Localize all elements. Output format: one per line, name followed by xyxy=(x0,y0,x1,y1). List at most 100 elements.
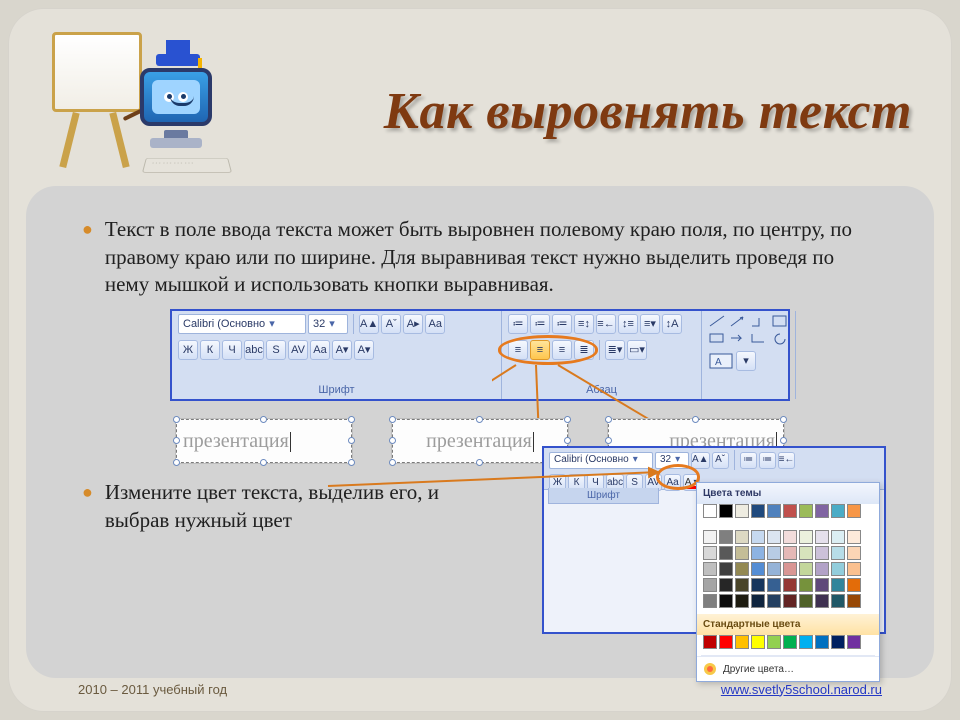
color-swatch[interactable] xyxy=(703,562,717,576)
spacing-button[interactable]: AV xyxy=(288,340,308,360)
shape-rect-icon[interactable] xyxy=(771,314,789,328)
mini-shrink-font-button[interactable]: Aˇ xyxy=(712,452,729,469)
color-swatch[interactable] xyxy=(815,594,829,608)
color-swatch[interactable] xyxy=(831,530,845,544)
ribbon-btn-pr1-6[interactable]: ≡▾ xyxy=(640,314,660,334)
footer-link[interactable]: www.svetly5school.narod.ru xyxy=(721,682,882,697)
color-swatch[interactable] xyxy=(735,594,749,608)
shape-rectangle-icon[interactable] xyxy=(708,331,726,345)
more-shapes-button[interactable]: ▾ xyxy=(736,351,756,371)
columns-button[interactable]: ≣▾ xyxy=(605,340,625,360)
ribbon-btn-pr1-5[interactable]: ↕≡ xyxy=(618,314,638,334)
align-right-button[interactable]: ≡ xyxy=(552,340,572,360)
bold-button[interactable]: Ж xyxy=(178,340,198,360)
color-swatch[interactable] xyxy=(815,578,829,592)
mini-font-combo[interactable]: Calibri (Основно▾ xyxy=(549,452,653,469)
color-swatch[interactable] xyxy=(719,635,733,649)
numbering-button[interactable]: ≔ xyxy=(759,452,776,469)
color-swatch[interactable] xyxy=(783,504,797,518)
color-swatch[interactable] xyxy=(735,546,749,560)
shape-arrow2-icon[interactable] xyxy=(729,331,747,345)
color-swatch[interactable] xyxy=(751,530,765,544)
color-swatch[interactable] xyxy=(767,635,781,649)
color-swatch[interactable] xyxy=(799,504,813,518)
font-combo[interactable]: Calibri (Основно▾ xyxy=(178,314,306,334)
color-swatch[interactable] xyxy=(751,578,765,592)
color-swatch[interactable] xyxy=(799,594,813,608)
color-swatch[interactable] xyxy=(703,546,717,560)
color-swatch[interactable] xyxy=(751,594,765,608)
color-swatch[interactable] xyxy=(815,635,829,649)
color-swatch[interactable] xyxy=(719,546,733,560)
shrink-font-button[interactable]: Aˇ xyxy=(381,314,401,334)
mini-size-combo[interactable]: 32▾ xyxy=(655,452,689,469)
color-swatch[interactable] xyxy=(847,504,861,518)
color-swatch[interactable] xyxy=(815,530,829,544)
shape-arrow-icon[interactable] xyxy=(729,314,747,328)
italic-button[interactable]: К xyxy=(200,340,220,360)
shape-connector-icon[interactable] xyxy=(750,331,768,345)
strike-button[interactable]: abc xyxy=(244,340,264,360)
color-swatch[interactable] xyxy=(703,635,717,649)
color-swatch[interactable] xyxy=(799,530,813,544)
color-swatch[interactable] xyxy=(751,504,765,518)
highlight-color-button[interactable]: A▾ xyxy=(332,340,352,360)
case-button[interactable]: Aa xyxy=(664,474,681,491)
color-swatch[interactable] xyxy=(735,504,749,518)
indent-button[interactable]: ≡← xyxy=(778,452,796,469)
color-swatch[interactable] xyxy=(735,578,749,592)
color-swatch[interactable] xyxy=(703,530,717,544)
color-swatch[interactable] xyxy=(815,504,829,518)
color-swatch[interactable] xyxy=(783,578,797,592)
font-size-combo[interactable]: 32▾ xyxy=(308,314,348,334)
ribbon-btn-pr1-0[interactable]: ≔ xyxy=(508,314,528,334)
color-swatch[interactable] xyxy=(831,635,845,649)
shape-cycle-icon[interactable] xyxy=(771,331,789,345)
color-swatch[interactable] xyxy=(719,594,733,608)
ribbon-btn-pr1-3[interactable]: ≡↕ xyxy=(574,314,594,334)
shape-elbow-icon[interactable] xyxy=(750,314,768,328)
change-case-button[interactable]: Aa xyxy=(425,314,445,334)
color-swatch[interactable] xyxy=(799,562,813,576)
clear-format-button[interactable]: A▸ xyxy=(403,314,423,334)
ribbon-btn-pr1-7[interactable]: ↕A xyxy=(662,314,682,334)
color-swatch[interactable] xyxy=(847,578,861,592)
color-swatch[interactable] xyxy=(751,635,765,649)
mini-grow-font-button[interactable]: A▲ xyxy=(691,452,710,469)
grow-font-button[interactable]: A▲ xyxy=(359,314,379,334)
align-justify-button[interactable]: ≣ xyxy=(574,340,594,360)
color-swatch[interactable] xyxy=(831,504,845,518)
color-swatch[interactable] xyxy=(847,594,861,608)
ribbon-btn-pr1-4[interactable]: ≡← xyxy=(596,314,616,334)
color-swatch[interactable] xyxy=(735,530,749,544)
borders-button[interactable]: ▭▾ xyxy=(627,340,647,360)
color-swatch[interactable] xyxy=(767,530,781,544)
color-swatch[interactable] xyxy=(847,562,861,576)
color-swatch[interactable] xyxy=(831,578,845,592)
color-swatch[interactable] xyxy=(735,562,749,576)
color-swatch[interactable] xyxy=(735,635,749,649)
color-swatch[interactable] xyxy=(831,594,845,608)
color-swatch[interactable] xyxy=(751,546,765,560)
color-swatch[interactable] xyxy=(815,546,829,560)
color-swatch[interactable] xyxy=(767,594,781,608)
color-swatch[interactable] xyxy=(847,635,861,649)
color-swatch[interactable] xyxy=(703,504,717,518)
shadow-button[interactable]: S xyxy=(266,340,286,360)
text-box-icon[interactable]: A xyxy=(708,351,734,371)
align-center-button[interactable]: ≡ xyxy=(530,340,550,360)
color-swatch[interactable] xyxy=(831,562,845,576)
color-swatch[interactable] xyxy=(799,578,813,592)
color-swatch[interactable] xyxy=(783,546,797,560)
color-swatch[interactable] xyxy=(799,635,813,649)
case-button[interactable]: Aa xyxy=(310,340,330,360)
underline-button[interactable]: Ч xyxy=(222,340,242,360)
bullets-button[interactable]: ≔ xyxy=(740,452,757,469)
ribbon-btn-pr1-2[interactable]: ≔ xyxy=(552,314,572,334)
color-swatch[interactable] xyxy=(799,546,813,560)
color-swatch[interactable] xyxy=(767,578,781,592)
color-swatch[interactable] xyxy=(703,578,717,592)
color-swatch[interactable] xyxy=(847,546,861,560)
color-swatch[interactable] xyxy=(847,530,861,544)
color-swatch[interactable] xyxy=(719,504,733,518)
